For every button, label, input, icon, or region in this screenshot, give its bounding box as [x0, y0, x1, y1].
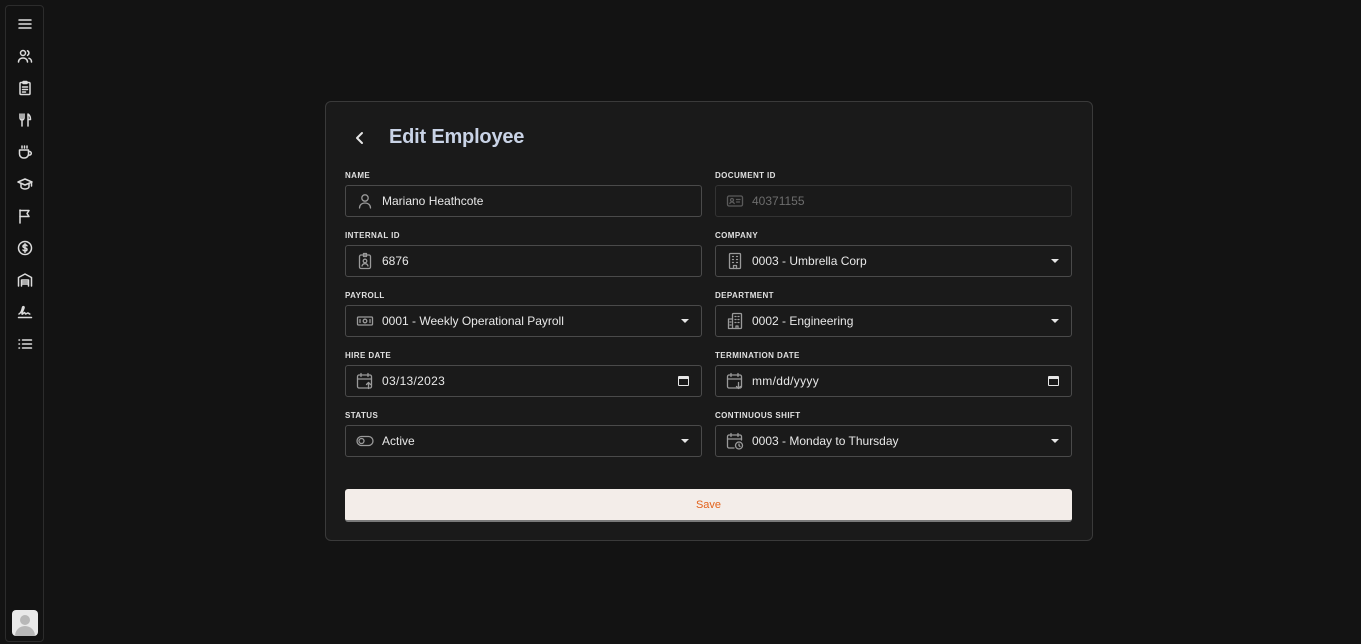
status-value: Active: [382, 434, 415, 448]
dollar-coin-icon[interactable]: [15, 238, 35, 258]
buildings-icon: [726, 312, 744, 330]
user-avatar-icon[interactable]: [12, 610, 38, 636]
termination-date-label: TERMINATION DATE: [715, 351, 800, 360]
continuous-shift-value: 0003 - Monday to Thursday: [752, 434, 899, 448]
internal-id-label: INTERNAL ID: [345, 231, 400, 240]
name-label: NAME: [345, 171, 371, 180]
id-card-icon: [726, 192, 744, 210]
payroll-value: 0001 - Weekly Operational Payroll: [382, 314, 564, 328]
calendar-picker-icon[interactable]: [678, 376, 689, 386]
back-button[interactable]: [350, 128, 370, 148]
company-select[interactable]: 0003 - Umbrella Corp: [715, 245, 1072, 277]
status-label: STATUS: [345, 411, 379, 420]
chevron-down-icon[interactable]: [1051, 259, 1059, 263]
menu-icon[interactable]: [15, 14, 35, 34]
badge-icon: [356, 252, 374, 270]
document-id-field: 40371155: [715, 185, 1072, 217]
termination-date-input[interactable]: mm/dd/yyyy: [715, 365, 1072, 397]
department-value: 0002 - Engineering: [752, 314, 854, 328]
internal-id-value: 6876: [382, 254, 409, 268]
coffee-icon[interactable]: [15, 142, 35, 162]
document-id-value: 40371155: [752, 194, 805, 208]
graduation-cap-icon[interactable]: [15, 174, 35, 194]
warehouse-icon[interactable]: [15, 270, 35, 290]
chevron-down-icon[interactable]: [1051, 439, 1059, 443]
termination-date-placeholder: mm/dd/yyyy: [752, 374, 820, 388]
company-label: COMPANY: [715, 231, 759, 240]
hire-date-label: HIRE DATE: [345, 351, 392, 360]
continuous-shift-label: CONTINUOUS SHIFT: [715, 411, 801, 420]
calendar-clock-icon: [726, 432, 744, 450]
status-select[interactable]: Active: [345, 425, 702, 457]
toggle-icon: [356, 432, 374, 450]
document-id-label: DOCUMENT ID: [715, 171, 776, 180]
utensils-icon[interactable]: [15, 110, 35, 130]
hire-date-value: 03/13/2023: [382, 374, 446, 388]
name-value: Mariano Heathcote: [382, 194, 484, 208]
payroll-select[interactable]: 0001 - Weekly Operational Payroll: [345, 305, 702, 337]
hire-date-input[interactable]: 03/13/2023: [345, 365, 702, 397]
page-title: Edit Employee: [389, 126, 525, 148]
name-field[interactable]: Mariano Heathcote: [345, 185, 702, 217]
save-button[interactable]: Save: [345, 489, 1072, 522]
continuous-shift-select[interactable]: 0003 - Monday to Thursday: [715, 425, 1072, 457]
signature-icon[interactable]: [15, 302, 35, 322]
clipboard-icon[interactable]: [15, 78, 35, 98]
flag-icon[interactable]: [15, 206, 35, 226]
building-icon: [726, 252, 744, 270]
calendar-down-icon: [726, 372, 744, 390]
chevron-down-icon[interactable]: [681, 319, 689, 323]
users-icon[interactable]: [15, 46, 35, 66]
cash-icon: [356, 312, 374, 330]
calendar-picker-icon[interactable]: [1048, 376, 1059, 386]
payroll-label: PAYROLL: [345, 291, 385, 300]
internal-id-field[interactable]: 6876: [345, 245, 702, 277]
company-value: 0003 - Umbrella Corp: [752, 254, 867, 268]
list-icon[interactable]: [15, 334, 35, 354]
sidebar: [5, 5, 44, 642]
department-label: DEPARTMENT: [715, 291, 774, 300]
chevron-down-icon[interactable]: [1051, 319, 1059, 323]
calendar-up-icon: [356, 372, 374, 390]
chevron-left-icon: [356, 132, 363, 144]
edit-employee-card: Edit Employee NAME Mariano Heathcote DOC…: [325, 101, 1093, 541]
user-icon: [356, 192, 374, 210]
chevron-down-icon[interactable]: [681, 439, 689, 443]
department-select[interactable]: 0002 - Engineering: [715, 305, 1072, 337]
